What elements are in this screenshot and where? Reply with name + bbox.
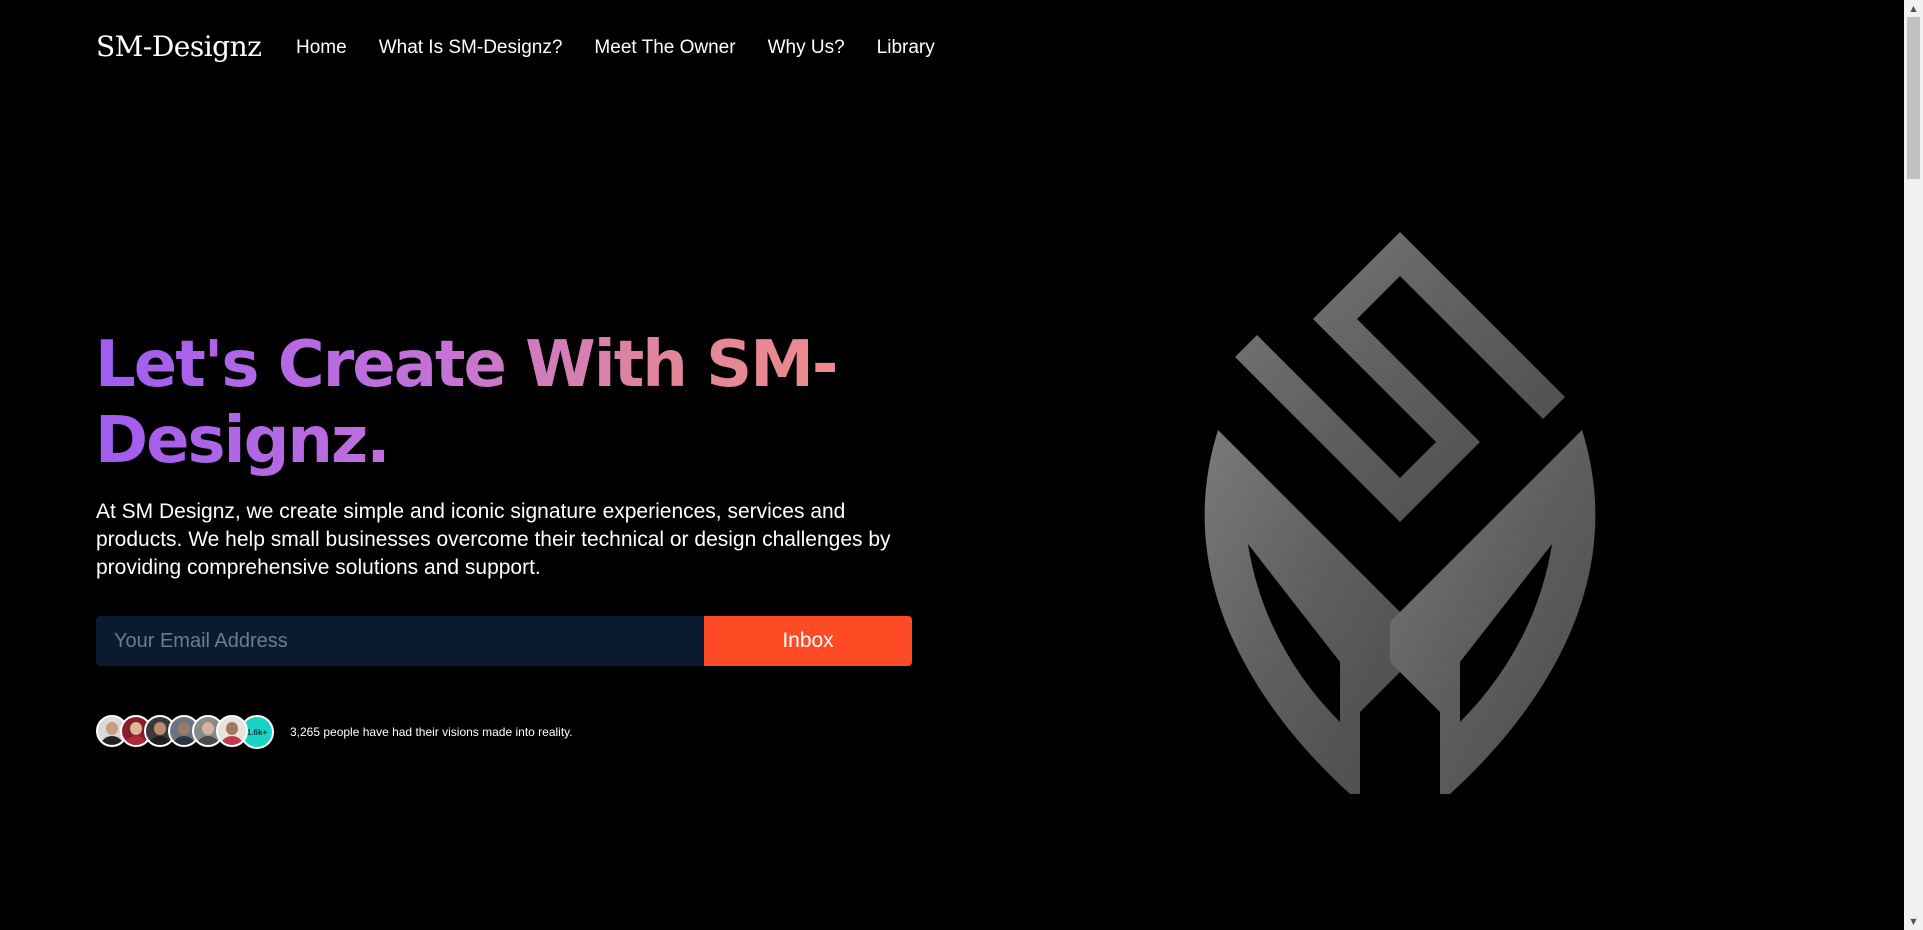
email-input[interactable] [96, 616, 704, 666]
avatar-stack: 1.6k+ [96, 715, 274, 749]
social-proof: 1.6k+ 3,265 people have had their vision… [96, 715, 573, 749]
sm-designz-logo-emblem [1204, 232, 1596, 794]
scroll-up-arrow-icon[interactable]: ▲ [1904, 0, 1923, 17]
nav-why-us[interactable]: Why Us? [768, 37, 845, 59]
inbox-button[interactable]: Inbox [704, 616, 912, 666]
email-signup-form: Inbox [96, 616, 912, 666]
nav-home[interactable]: Home [296, 37, 347, 59]
nav-library[interactable]: Library [877, 37, 935, 59]
vertical-scrollbar[interactable]: ▲ ▼ [1904, 0, 1923, 930]
scroll-down-arrow-icon[interactable]: ▼ [1904, 913, 1923, 930]
avatar [216, 715, 248, 747]
hero-title: Let's Create With SM-Designz. [95, 327, 855, 479]
main-nav: Home What Is SM-Designz? Meet The Owner … [296, 37, 935, 59]
social-proof-text: 3,265 people have had their visions made… [290, 725, 573, 739]
nav-meet-owner[interactable]: Meet The Owner [594, 37, 735, 59]
page: SM-Designz Home What Is SM-Designz? Meet… [0, 0, 1904, 930]
scrollbar-thumb[interactable] [1907, 17, 1920, 179]
nav-what-is[interactable]: What Is SM-Designz? [379, 37, 563, 59]
brand-logo-text[interactable]: SM-Designz [96, 30, 262, 63]
hero-description: At SM Designz, we create simple and icon… [96, 500, 891, 579]
